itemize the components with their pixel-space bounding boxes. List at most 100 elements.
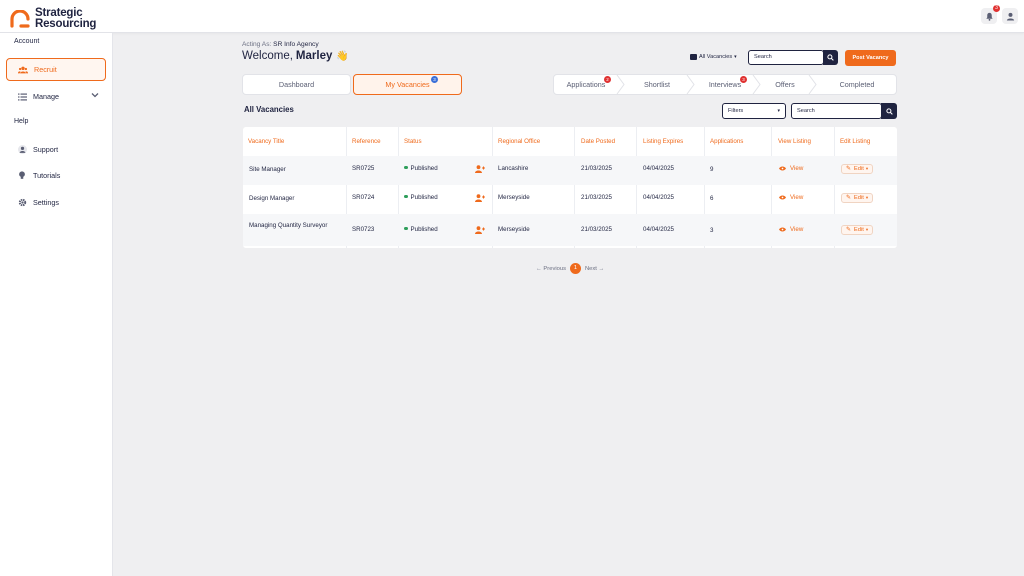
status-badge: Published bbox=[404, 194, 438, 201]
vacancies-table: Vacancy Title Reference Status Regional … bbox=[243, 127, 897, 248]
regional-office: Merseyside bbox=[498, 226, 530, 233]
user-menu-button[interactable] bbox=[1002, 8, 1018, 24]
top-bar: Strategic Resourcing 3 bbox=[0, 0, 1024, 33]
caret-down-icon: ▾ bbox=[865, 227, 869, 232]
pipeline-step-label: Offers bbox=[775, 80, 795, 89]
column-header-reference[interactable]: Reference bbox=[352, 138, 381, 145]
view-label: View bbox=[790, 226, 804, 233]
status-text: Published bbox=[410, 194, 438, 201]
date-posted: 21/03/2025 bbox=[581, 226, 612, 233]
eye-icon bbox=[779, 227, 786, 232]
acting-as: Acting As: SR Info Agency bbox=[242, 41, 319, 48]
lightbulb-icon bbox=[17, 171, 27, 181]
section-title: All Vacancies bbox=[244, 105, 294, 114]
table-row[interactable]: Site Manager SR0725 Published Lancashire… bbox=[243, 156, 897, 185]
column-header-edit-listing: Edit Listing bbox=[840, 138, 871, 145]
status-dot-icon bbox=[404, 165, 408, 169]
applications-count[interactable]: 3 bbox=[710, 227, 713, 234]
acting-as-value[interactable]: SR Info Agency bbox=[273, 41, 318, 48]
vacancy-title[interactable]: Design Manager bbox=[249, 195, 294, 202]
view-listing-link[interactable]: View bbox=[779, 165, 803, 172]
sidebar-item-settings[interactable]: Settings bbox=[6, 191, 106, 214]
sidebar-item-label: Manage bbox=[33, 92, 59, 101]
pipeline-step-completed[interactable]: Completed bbox=[818, 75, 896, 94]
applications-count[interactable]: 9 bbox=[710, 166, 713, 173]
date-posted: 21/03/2025 bbox=[581, 194, 612, 201]
caret-down-icon: ▾ bbox=[865, 166, 869, 171]
column-header-applications[interactable]: Applications bbox=[710, 138, 743, 145]
column-header-date-posted[interactable]: Date Posted bbox=[581, 138, 615, 145]
pipeline-step-offers[interactable]: Offers bbox=[760, 75, 810, 94]
list-search-button[interactable] bbox=[881, 103, 897, 119]
regional-office: Merseyside bbox=[498, 194, 530, 201]
page-number-current[interactable]: 1 bbox=[569, 263, 581, 274]
edit-listing-button[interactable]: ✎ Edit ▾ bbox=[841, 225, 874, 235]
sidebar-item-manage[interactable]: Manage bbox=[6, 85, 106, 108]
column-header-title[interactable]: Vacancy Title bbox=[248, 138, 284, 145]
listing-expires: 04/04/2025 bbox=[643, 165, 674, 172]
view-listing-link[interactable]: View bbox=[779, 226, 803, 233]
listing-expires: 04/04/2025 bbox=[643, 226, 674, 233]
wave-emoji: 👋 bbox=[336, 50, 349, 62]
tab-badge: 3 bbox=[431, 76, 438, 83]
add-applicant-icon[interactable] bbox=[475, 165, 485, 173]
pencil-icon: ✎ bbox=[846, 166, 851, 172]
chevron-down-icon[interactable] bbox=[91, 92, 99, 98]
sidebar-item-recruit[interactable]: Recruit bbox=[6, 58, 106, 81]
column-header-view-listing: View Listing bbox=[778, 138, 811, 145]
tab-my-vacancies[interactable]: My Vacancies 3 bbox=[353, 74, 462, 95]
step-divider-icon bbox=[616, 75, 625, 94]
column-header-status[interactable]: Status bbox=[404, 138, 422, 145]
column-header-listing-expires[interactable]: Listing Expires bbox=[643, 138, 683, 145]
logo-mark-icon bbox=[10, 9, 30, 28]
next-page-link[interactable]: Next → bbox=[585, 266, 604, 272]
list-search-input[interactable]: Search bbox=[791, 103, 882, 119]
applications-count[interactable]: 6 bbox=[710, 195, 713, 202]
filters-dropdown[interactable]: Filters ▾ bbox=[722, 103, 786, 119]
table-row[interactable]: Design Manager SR0724 Published Merseysi… bbox=[243, 185, 897, 214]
status-badge: Published bbox=[404, 165, 438, 172]
column-header-office[interactable]: Regional Office bbox=[498, 138, 540, 145]
edit-listing-button[interactable]: ✎ Edit ▾ bbox=[841, 193, 874, 203]
user-icon bbox=[1006, 12, 1014, 21]
logo[interactable]: Strategic Resourcing bbox=[9, 8, 96, 29]
add-applicant-icon[interactable] bbox=[475, 226, 485, 234]
pipeline-step-label: Shortlist bbox=[644, 80, 670, 89]
notification-badge: 3 bbox=[993, 5, 1000, 12]
eye-icon bbox=[779, 195, 786, 200]
sidebar-item-tutorials[interactable]: Tutorials bbox=[6, 164, 106, 187]
edit-label: Edit bbox=[853, 166, 864, 172]
caret-down-icon: ▾ bbox=[777, 108, 780, 114]
search-icon bbox=[885, 107, 893, 115]
pencil-icon: ✎ bbox=[846, 227, 851, 233]
vacancy-reference: SR0724 bbox=[352, 194, 375, 201]
view-listing-link[interactable]: View bbox=[779, 194, 803, 201]
header-search-input[interactable]: Search bbox=[748, 50, 824, 65]
previous-page-link[interactable]: ← Previous bbox=[536, 266, 566, 272]
search-icon bbox=[827, 54, 834, 61]
vacancy-title[interactable]: Site Manager bbox=[249, 166, 286, 173]
notifications-button[interactable]: 3 bbox=[981, 5, 1000, 24]
pencil-icon: ✎ bbox=[846, 195, 851, 201]
post-vacancy-button[interactable]: Post Vacancy bbox=[845, 50, 896, 66]
view-label: View bbox=[790, 165, 804, 172]
status-dot-icon bbox=[404, 226, 408, 230]
list-icon bbox=[17, 92, 27, 102]
user-name: Marley bbox=[295, 50, 333, 62]
status-badge: Published bbox=[404, 226, 438, 233]
header-search-button[interactable] bbox=[823, 50, 838, 65]
sidebar-item-label: Recruit bbox=[34, 65, 57, 74]
pipeline-step-label: Applications bbox=[566, 80, 606, 89]
sidebar-item-support[interactable]: Support bbox=[6, 138, 106, 161]
tab-dashboard[interactable]: Dashboard bbox=[242, 74, 351, 95]
caret-down-icon: ▾ bbox=[865, 195, 869, 200]
pipeline-step-shortlist[interactable]: Shortlist bbox=[626, 75, 688, 94]
account-heading: Account bbox=[14, 38, 40, 45]
add-applicant-icon[interactable] bbox=[475, 194, 485, 202]
table-row[interactable]: Managing Quantity Surveyor SR0723 Publis… bbox=[243, 214, 897, 246]
pipeline-step-label: Completed bbox=[839, 80, 875, 89]
edit-listing-button[interactable]: ✎ Edit ▾ bbox=[841, 164, 874, 174]
status-text: Published bbox=[410, 165, 438, 172]
vacancy-title[interactable]: Managing Quantity Surveyor bbox=[249, 222, 339, 230]
vacancy-scope-dropdown[interactable]: All Vacancies ▾ bbox=[690, 54, 737, 60]
